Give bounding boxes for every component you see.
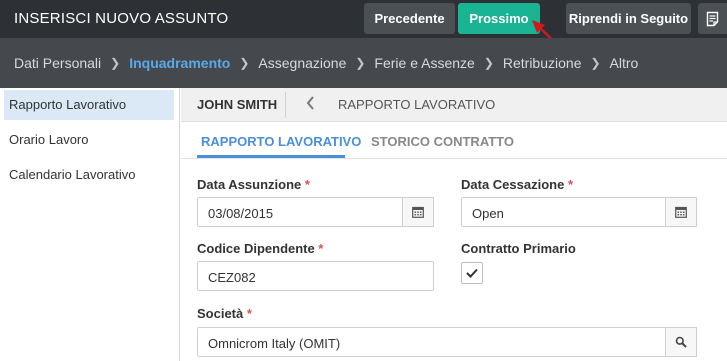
step-ferie-assenze[interactable]: Ferie e Assenze [374, 55, 474, 71]
chevron-right-icon: ❯ [355, 56, 366, 70]
step-retribuzione[interactable]: Retribuzione [503, 55, 582, 71]
sidebar-item-calendario-lavorativo[interactable]: Calendario Lavorativo [4, 160, 174, 190]
chevron-right-icon: ❯ [590, 56, 601, 70]
document-button[interactable] [698, 3, 727, 34]
calendar-icon [675, 206, 687, 218]
checkmark-icon [466, 268, 478, 278]
chevron-right-icon: ❯ [483, 56, 494, 70]
hire-date-label: Data Assunzione * [197, 177, 310, 192]
top-bar: INSERISCI NUOVO ASSUNTO Precedente Pross… [0, 0, 727, 56]
step-altro[interactable]: Altro [610, 55, 639, 71]
previous-button[interactable]: Precedente [364, 3, 455, 34]
wizard-steps-bar: Dati Personali ❯ Inquadramento ❯ Assegna… [0, 38, 727, 88]
step-inquadramento[interactable]: Inquadramento [129, 55, 230, 71]
step-dati-personali[interactable]: Dati Personali [14, 55, 101, 71]
primary-contract-label: Contratto Primario [461, 241, 576, 256]
tab-rapporto-lavorativo[interactable]: RAPPORTO LAVORATIVO [201, 134, 361, 149]
required-mark: * [246, 306, 252, 321]
tab-storico-contratto[interactable]: STORICO CONTRATTO [371, 134, 514, 149]
company-input[interactable]: Omnicrom Italy (OMIT) [197, 327, 697, 357]
company-search-button[interactable] [665, 327, 697, 357]
tab-bar: RAPPORTO LAVORATIVO STORICO CONTRATTO [181, 122, 727, 159]
search-icon [675, 336, 687, 348]
chevron-right-icon: ❯ [239, 56, 250, 70]
breadcrumb: Dati Personali ❯ Inquadramento ❯ Assegna… [14, 55, 638, 71]
employee-code-input[interactable]: CEZ082 [197, 261, 434, 291]
calendar-button[interactable] [402, 197, 434, 227]
back-chevron-icon[interactable] [305, 94, 315, 117]
calendar-icon [412, 206, 424, 218]
step-assegnazione[interactable]: Assegnazione [258, 55, 346, 71]
sidebar: Rapporto Lavorativo Orario Lavoro Calend… [0, 88, 180, 361]
divider [285, 92, 286, 118]
required-mark: * [304, 177, 310, 192]
page-title: INSERISCI NUOVO ASSUNTO [14, 10, 229, 27]
employee-name: JOHN SMITH [197, 97, 278, 112]
employee-code-label: Codice Dipendente * [197, 241, 324, 256]
sidebar-item-rapporto-lavorativo[interactable]: Rapporto Lavorativo [4, 90, 174, 120]
required-mark: * [567, 177, 574, 192]
content-header: JOHN SMITH RAPPORTO LAVORATIVO [181, 88, 727, 122]
document-icon [706, 11, 719, 26]
calendar-button[interactable] [665, 197, 697, 227]
end-date-input[interactable]: Open [461, 197, 697, 227]
hire-date-input[interactable]: 03/08/2015 [197, 197, 434, 227]
company-label: Società * [197, 306, 252, 321]
primary-contract-checkbox[interactable] [461, 262, 483, 284]
active-tab-indicator [197, 155, 345, 158]
required-mark: * [318, 241, 324, 256]
resume-later-button[interactable]: Riprendi in Seguito [566, 3, 691, 34]
end-date-label: Data Cessazione * [461, 177, 574, 192]
chevron-right-icon: ❯ [110, 56, 121, 70]
section-title: RAPPORTO LAVORATIVO [338, 97, 496, 112]
sidebar-item-orario-lavoro[interactable]: Orario Lavoro [4, 125, 174, 155]
